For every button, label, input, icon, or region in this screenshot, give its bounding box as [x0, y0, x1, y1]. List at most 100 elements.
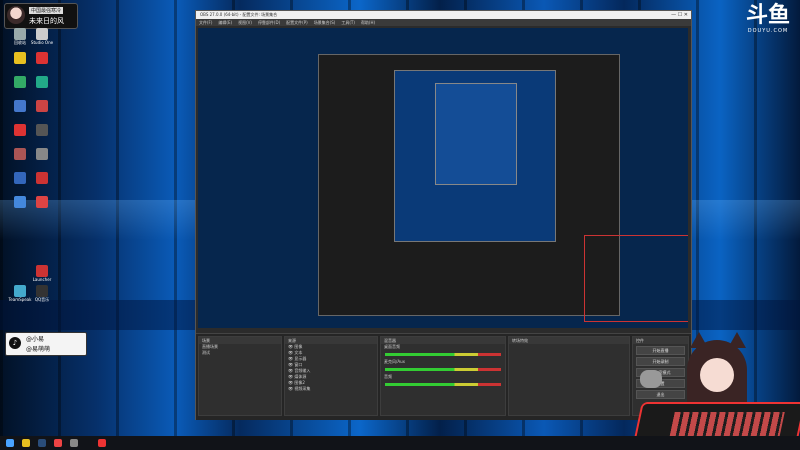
app-icon[interactable]	[98, 439, 106, 447]
douyu-logo: 斗鱼 DOUYU.COM	[742, 4, 794, 36]
menu-item[interactable]: 文件(F)	[199, 20, 212, 25]
app-icon	[14, 196, 26, 208]
tiktok-line-1: @小易	[26, 336, 45, 343]
scenes-header: 场景	[199, 337, 281, 344]
tiktok-line-2: @易萌萌	[26, 346, 51, 353]
app-icon	[36, 148, 48, 160]
sources-header: 来源	[285, 337, 377, 344]
mixer-header: 混音器	[381, 337, 505, 344]
audio-meter	[385, 383, 501, 386]
preview-selected-source[interactable]	[584, 235, 688, 322]
app-icon	[36, 76, 48, 88]
obs-preview[interactable]	[198, 28, 688, 328]
window-controls[interactable]: — ☐ ✕	[671, 11, 688, 19]
anime-mascot-overlay	[632, 330, 800, 448]
desktop-icon[interactable]	[8, 172, 32, 184]
audio-meter	[385, 353, 501, 356]
tiktok-logo-icon: ♪	[9, 337, 21, 349]
menu-item[interactable]: 配置文件(P)	[286, 20, 308, 25]
desktop-icon[interactable]	[30, 76, 54, 88]
transitions-header: 转场特效	[509, 337, 629, 344]
mixer-dock: 混音器 桌面音频 麦克风/Aux 音频	[380, 336, 506, 416]
scenes-dock: 场景 直播场景 测试	[198, 336, 282, 416]
mixer-track-label: 麦克风/Aux	[384, 359, 405, 364]
desktop-icon-label: TeamSpeak	[8, 297, 32, 302]
cat-decoration	[640, 370, 662, 388]
sources-dock: 来源 👁 图像 👁 文本 👁 显示器 👁 窗口 👁 音频输入 👁 媒体源 👁 图像2 👁 视频…	[284, 336, 378, 416]
desktop-icon[interactable]	[8, 52, 32, 64]
windows-taskbar	[0, 436, 800, 450]
preview-recursive-frame-2	[394, 70, 556, 242]
mascot-keyboard-keys	[669, 412, 785, 438]
desktop-icon[interactable]	[30, 52, 54, 64]
desktop-icon-label: QQ音乐	[34, 297, 50, 302]
menu-item[interactable]: 场景集合(S)	[314, 20, 336, 25]
obs-docks: 场景 直播场景 测试 来源 👁 图像 👁 文本 👁 显示器 👁 窗口 👁 音频输入 👁 媒…	[196, 333, 691, 420]
menu-item[interactable]: 视图(V)	[238, 20, 252, 25]
tiktok-tag: ♪ @小易 @易萌萌	[5, 332, 87, 356]
desktop-icon[interactable]	[8, 100, 32, 112]
obs-title: OBS 27.0.0 (64-bit) - 配置文件: 场景集合	[200, 12, 278, 17]
app-icon	[14, 148, 26, 160]
streamer-tag: 中国最强寒冷	[29, 7, 64, 14]
app-icon	[36, 265, 48, 277]
obs-icon[interactable]	[70, 439, 78, 447]
app-icon	[36, 172, 48, 184]
menu-item[interactable]: 工具(T)	[341, 20, 355, 25]
file-explorer-icon[interactable]	[22, 439, 30, 447]
windows-start-icon[interactable]	[6, 439, 14, 447]
app-icon	[14, 124, 26, 136]
steam-icon[interactable]	[38, 439, 46, 447]
app-icon	[36, 285, 48, 297]
desktop-icon-label: 回收站	[14, 40, 26, 45]
desktop-icon[interactable]	[8, 124, 32, 136]
app-icon	[36, 28, 48, 40]
desktop-icon[interactable]: Launcher	[30, 265, 54, 282]
obs-menubar: 文件(F) 编辑(E) 视图(V) 停靠部件(D) 配置文件(P) 场景集合(S) 工具(T…	[196, 19, 691, 26]
desktop-icon-label: Launcher	[32, 277, 52, 282]
desktop-icon-label: Studio One	[30, 40, 54, 45]
desktop-icon[interactable]	[30, 172, 54, 184]
menu-item[interactable]: 帮助(H)	[361, 20, 375, 25]
scene-item[interactable]: 测试	[199, 350, 281, 356]
mascot-face	[700, 358, 734, 392]
app-icon	[14, 28, 26, 40]
app-icon	[14, 172, 26, 184]
preview-recursive-frame-3	[435, 83, 517, 185]
desktop-icon[interactable]: Studio One	[30, 28, 54, 45]
streamer-name: 未来日的风	[29, 17, 64, 25]
preview-recursive-frame	[318, 54, 620, 316]
app-icon	[36, 100, 48, 112]
desktop-icon[interactable]: 回收站	[8, 28, 32, 45]
app-icon	[36, 196, 48, 208]
streamer-badge: 中国最强寒冷 未来日的风	[4, 3, 78, 29]
audio-meter	[385, 368, 501, 371]
obs-window[interactable]: OBS 27.0.0 (64-bit) - 配置文件: 场景集合 — ☐ ✕ 文…	[195, 10, 692, 420]
transitions-dock: 转场特效	[508, 336, 630, 416]
menu-item[interactable]: 停靠部件(D)	[258, 20, 280, 25]
desktop-icon[interactable]: QQ音乐	[30, 285, 54, 302]
desktop-icon[interactable]	[8, 148, 32, 160]
desktop-icon[interactable]	[30, 100, 54, 112]
app-icon	[14, 100, 26, 112]
desktop-icon[interactable]	[30, 148, 54, 160]
douyu-logo-mark: 斗鱼	[745, 3, 790, 28]
desktop-icon[interactable]	[30, 124, 54, 136]
app-icon	[36, 52, 48, 64]
app-icon	[36, 124, 48, 136]
mixer-track-label: 音频	[384, 374, 392, 379]
app-icon	[14, 76, 26, 88]
source-item[interactable]: 👁 视频采集	[285, 386, 377, 392]
desktop-icon[interactable]	[8, 196, 32, 208]
obs-titlebar[interactable]: OBS 27.0.0 (64-bit) - 配置文件: 场景集合 — ☐ ✕	[196, 11, 691, 19]
mixer-track-label: 桌面音频	[384, 344, 400, 349]
douyu-domain: DOUYU.COM	[747, 28, 789, 34]
desktop-icon[interactable]	[8, 76, 32, 88]
desktop-icon[interactable]: TeamSpeak	[8, 285, 32, 302]
menu-item[interactable]: 编辑(E)	[218, 20, 232, 25]
streamer-avatar	[7, 6, 25, 24]
app-icon	[14, 285, 26, 297]
browser-icon[interactable]	[54, 439, 62, 447]
desktop-icon[interactable]	[30, 196, 54, 208]
app-icon	[14, 52, 26, 64]
